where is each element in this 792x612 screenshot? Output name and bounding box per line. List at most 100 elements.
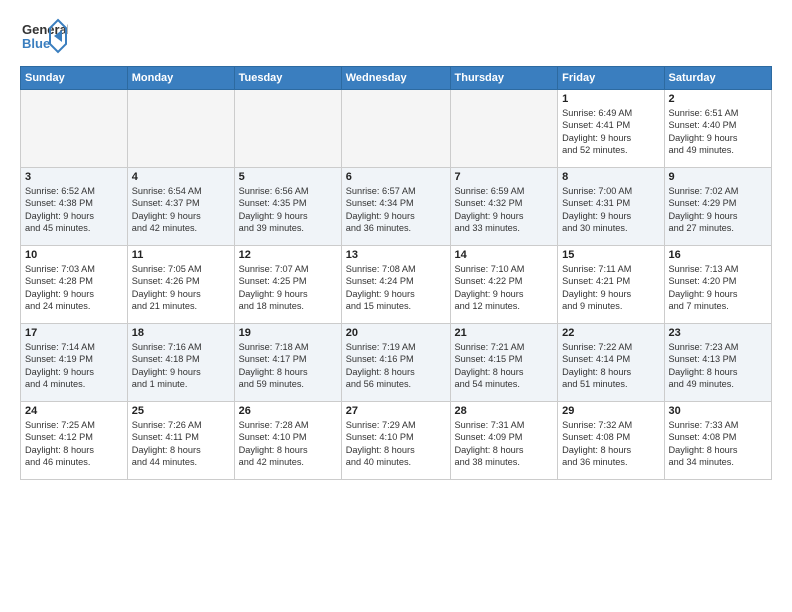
calendar-cell: 25 Sunrise: 7:26 AMSunset: 4:11 PMDayligh… [127,402,234,480]
day-info: Sunrise: 7:08 AMSunset: 4:24 PMDaylight:… [346,263,446,313]
column-header-monday: Monday [127,67,234,90]
day-number: 22 [562,327,659,339]
calendar-cell: 5 Sunrise: 6:56 AMSunset: 4:35 PMDaylight… [234,168,341,246]
day-number: 19 [239,327,337,339]
day-info: Sunrise: 7:21 AMSunset: 4:15 PMDaylight:… [455,341,554,391]
day-info: Sunrise: 6:52 AMSunset: 4:38 PMDaylight:… [25,185,123,235]
calendar-cell: 18 Sunrise: 7:16 AMSunset: 4:18 PMDayligh… [127,324,234,402]
day-info: Sunrise: 7:10 AMSunset: 4:22 PMDaylight:… [455,263,554,313]
svg-text:Blue: Blue [22,36,50,51]
calendar-cell: 28Sunrise: 7:31 AMSunset: 4:09 PMDayligh… [450,402,558,480]
day-number: 27 [346,405,446,417]
day-number: 20 [346,327,446,339]
column-header-wednesday: Wednesday [341,67,450,90]
day-info: Sunrise: 7:25 AMSunset: 4:12 PMDaylight:… [25,419,123,469]
calendar-cell: 24 Sunrise: 7:25 AMSunset: 4:12 PMDayligh… [21,402,128,480]
day-number: 23 [669,327,768,339]
day-number: 26 [239,405,337,417]
calendar-cell: 2 Sunrise: 6:51 AMSunset: 4:40 PMDaylight… [664,90,772,168]
day-number: 10 [25,249,123,261]
calendar-cell [234,90,341,168]
day-info: Sunrise: 6:59 AMSunset: 4:32 PMDaylight:… [455,185,554,235]
day-number: 6 [346,171,446,183]
calendar-cell: 7Sunrise: 6:59 AMSunset: 4:32 PMDaylight… [450,168,558,246]
day-number: 8 [562,171,659,183]
calendar-header-row: SundayMondayTuesdayWednesdayThursdayFrid… [21,67,772,90]
day-info: Sunrise: 7:28 AMSunset: 4:10 PMDaylight:… [239,419,337,469]
logo: General Blue [20,16,68,56]
calendar-cell: 23 Sunrise: 7:23 AMSunset: 4:13 PMDayligh… [664,324,772,402]
day-info: Sunrise: 7:13 AMSunset: 4:20 PMDaylight:… [669,263,768,313]
calendar-cell: 13 Sunrise: 7:08 AMSunset: 4:24 PMDayligh… [341,246,450,324]
column-header-sunday: Sunday [21,67,128,90]
day-number: 12 [239,249,337,261]
day-info: Sunrise: 7:03 AMSunset: 4:28 PMDaylight:… [25,263,123,313]
header: General Blue [20,16,772,56]
day-number: 24 [25,405,123,417]
calendar-cell: 16 Sunrise: 7:13 AMSunset: 4:20 PMDayligh… [664,246,772,324]
day-number: 18 [132,327,230,339]
calendar-cell: 19 Sunrise: 7:18 AMSunset: 4:17 PMDayligh… [234,324,341,402]
day-info: Sunrise: 6:49 AMSunset: 4:41 PMDaylight:… [562,107,659,157]
day-info: Sunrise: 7:29 AMSunset: 4:10 PMDaylight:… [346,419,446,469]
calendar-week-row: 17 Sunrise: 7:14 AMSunset: 4:19 PMDayligh… [21,324,772,402]
column-header-saturday: Saturday [664,67,772,90]
day-info: Sunrise: 6:54 AMSunset: 4:37 PMDaylight:… [132,185,230,235]
calendar-week-row: 3 Sunrise: 6:52 AMSunset: 4:38 PMDaylight… [21,168,772,246]
calendar-cell: 4Sunrise: 6:54 AMSunset: 4:37 PMDaylight… [127,168,234,246]
calendar-week-row: 10 Sunrise: 7:03 AMSunset: 4:28 PMDayligh… [21,246,772,324]
calendar-cell [341,90,450,168]
calendar-cell: 15Sunrise: 7:11 AMSunset: 4:21 PMDayligh… [558,246,664,324]
column-header-thursday: Thursday [450,67,558,90]
calendar-cell: 22 Sunrise: 7:22 AMSunset: 4:14 PMDayligh… [558,324,664,402]
day-number: 16 [669,249,768,261]
calendar-cell: 27 Sunrise: 7:29 AMSunset: 4:10 PMDayligh… [341,402,450,480]
column-header-friday: Friday [558,67,664,90]
day-info: Sunrise: 7:33 AMSunset: 4:08 PMDaylight:… [669,419,768,469]
day-number: 17 [25,327,123,339]
calendar-cell: 20 Sunrise: 7:19 AMSunset: 4:16 PMDayligh… [341,324,450,402]
day-number: 30 [669,405,768,417]
day-info: Sunrise: 7:02 AMSunset: 4:29 PMDaylight:… [669,185,768,235]
day-info: Sunrise: 7:26 AMSunset: 4:11 PMDaylight:… [132,419,230,469]
day-number: 13 [346,249,446,261]
column-header-tuesday: Tuesday [234,67,341,90]
day-info: Sunrise: 6:56 AMSunset: 4:35 PMDaylight:… [239,185,337,235]
day-info: Sunrise: 7:07 AMSunset: 4:25 PMDaylight:… [239,263,337,313]
day-number: 2 [669,93,768,105]
day-info: Sunrise: 7:05 AMSunset: 4:26 PMDaylight:… [132,263,230,313]
calendar-cell: 6Sunrise: 6:57 AMSunset: 4:34 PMDaylight… [341,168,450,246]
day-number: 3 [25,171,123,183]
day-number: 11 [132,249,230,261]
day-info: Sunrise: 7:18 AMSunset: 4:17 PMDaylight:… [239,341,337,391]
day-info: Sunrise: 7:00 AMSunset: 4:31 PMDaylight:… [562,185,659,235]
day-info: Sunrise: 7:19 AMSunset: 4:16 PMDaylight:… [346,341,446,391]
day-number: 21 [455,327,554,339]
calendar-cell: 14Sunrise: 7:10 AMSunset: 4:22 PMDayligh… [450,246,558,324]
calendar-cell: 12 Sunrise: 7:07 AMSunset: 4:25 PMDayligh… [234,246,341,324]
day-number: 25 [132,405,230,417]
day-number: 5 [239,171,337,183]
day-number: 29 [562,405,659,417]
page: General Blue SundayMondayTuesdayWednesda… [0,0,792,612]
calendar-cell: 26 Sunrise: 7:28 AMSunset: 4:10 PMDayligh… [234,402,341,480]
calendar-cell [450,90,558,168]
day-info: Sunrise: 7:14 AMSunset: 4:19 PMDaylight:… [25,341,123,391]
calendar-cell: 17 Sunrise: 7:14 AMSunset: 4:19 PMDayligh… [21,324,128,402]
day-number: 9 [669,171,768,183]
logo-svg: General Blue [20,16,68,56]
calendar: SundayMondayTuesdayWednesdayThursdayFrid… [20,66,772,480]
calendar-cell: 21 Sunrise: 7:21 AMSunset: 4:15 PMDayligh… [450,324,558,402]
calendar-cell [127,90,234,168]
day-info: Sunrise: 7:16 AMSunset: 4:18 PMDaylight:… [132,341,230,391]
calendar-cell: 3 Sunrise: 6:52 AMSunset: 4:38 PMDaylight… [21,168,128,246]
day-info: Sunrise: 7:22 AMSunset: 4:14 PMDaylight:… [562,341,659,391]
day-number: 28 [455,405,554,417]
day-info: Sunrise: 6:51 AMSunset: 4:40 PMDaylight:… [669,107,768,157]
calendar-week-row: 24 Sunrise: 7:25 AMSunset: 4:12 PMDayligh… [21,402,772,480]
day-number: 15 [562,249,659,261]
calendar-cell: 11 Sunrise: 7:05 AMSunset: 4:26 PMDayligh… [127,246,234,324]
day-info: Sunrise: 7:23 AMSunset: 4:13 PMDaylight:… [669,341,768,391]
calendar-cell: 8 Sunrise: 7:00 AMSunset: 4:31 PMDaylight… [558,168,664,246]
calendar-cell: 30 Sunrise: 7:33 AMSunset: 4:08 PMDayligh… [664,402,772,480]
